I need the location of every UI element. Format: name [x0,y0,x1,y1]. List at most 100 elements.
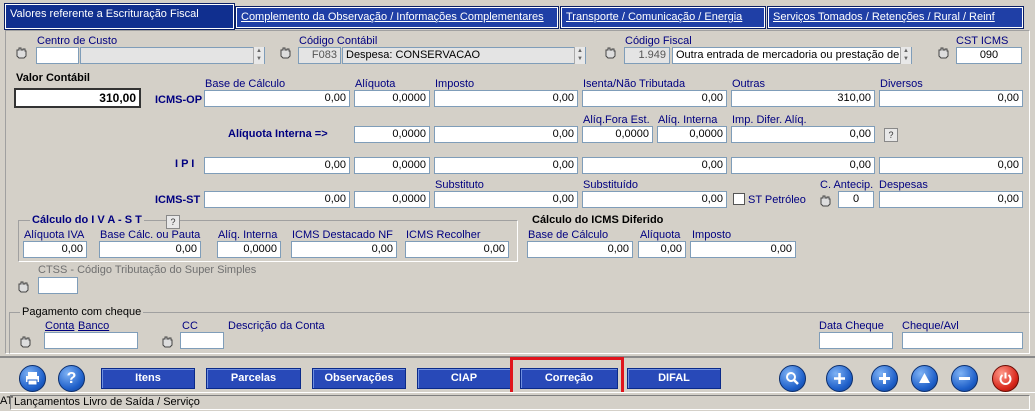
lookup-hand-icon[interactable] [603,45,618,60]
aliquota-interna-imposto-input[interactable]: 0,00 [434,126,578,143]
lookup-hand-icon[interactable] [160,334,175,349]
aliquota-iva-label: Alíquota IVA [24,229,85,241]
icms-st-substituto-input[interactable]: 0,00 [582,191,727,208]
aliq-interna-input[interactable]: 0,0000 [657,126,727,143]
codigo-contabil-code-input[interactable]: F083 [298,47,341,64]
add-multiple-button[interactable] [826,365,853,392]
tab-escrituracao-fiscal[interactable]: Valores referente a Escrituração Fiscal [4,3,235,30]
tab-servicos-tomados[interactable]: Serviços Tomados / Retenções / Rural / R… [767,6,1024,29]
icms-op-outras-input[interactable]: 310,00 [731,90,875,107]
icms-st-base-input[interactable]: 0,00 [204,191,350,208]
base-pauta-input[interactable]: 0,00 [99,241,201,258]
centro-custo-desc-input [80,47,265,64]
tab-label: Complemento da Observação / Informações … [241,11,544,23]
imp-difer-input[interactable]: 0,00 [731,126,875,143]
plus-icon [879,373,890,384]
diferido-imposto-label: Imposto [692,229,732,241]
lookup-hand-icon[interactable] [16,279,31,294]
add-button[interactable] [871,365,898,392]
ctss-input[interactable] [38,277,78,294]
substituto-label: Substituto [435,179,484,191]
tab-complemento-observacao[interactable]: Complemento da Observação / Informações … [235,6,559,29]
difal-button[interactable]: DIFAL [627,368,721,389]
triangle-up-icon [919,373,930,383]
icms-op-aliquota-input[interactable]: 0,0000 [354,90,430,107]
diferido-title: Cálculo do ICMS Diferido [532,214,664,226]
cheque-title: Pagamento com cheque [20,306,144,318]
lookup-hand-icon[interactable] [818,193,833,208]
cst-icms-input[interactable]: 090 [956,47,1022,64]
search-icon [786,372,799,385]
icms-st-aliquota-input[interactable]: 0,0000 [354,191,430,208]
conta-banco-input[interactable] [44,332,138,349]
itens-button[interactable]: Itens [101,368,195,389]
base-pauta-label: Base Cálc. ou Pauta [100,229,201,241]
iva-st-help-button[interactable]: ? [166,215,180,229]
centro-custo-spin[interactable]: ▲ ▼ [253,47,264,64]
codigo-fiscal-desc-input[interactable]: Outra entrada de mercadoria ou prestação… [672,47,912,64]
lookup-hand-icon[interactable] [18,334,33,349]
observacoes-button[interactable]: Observações [312,368,406,389]
icms-destacado-input[interactable]: 0,00 [291,241,397,258]
c-antecip-input[interactable]: 0 [838,191,874,208]
help-button[interactable]: ? [58,365,85,392]
diferido-imposto-input[interactable]: 0,00 [690,241,796,258]
lookup-hand-icon[interactable] [14,45,29,60]
iva-aliq-interna-label: Alíq. Interna [218,229,278,241]
icms-op-imposto-input[interactable]: 0,00 [434,90,578,107]
cheque-avl-input[interactable] [902,332,1023,349]
codigo-contabil-desc-input: Despesa: CONSERVACAO [342,47,586,64]
despesas-label: Despesas [879,179,928,191]
diferido-aliquota-input[interactable]: 0,00 [638,241,686,258]
cheque-avl-label: Cheque/Avl [902,320,959,332]
up-button[interactable] [911,365,938,392]
data-cheque-input[interactable] [819,332,893,349]
exit-button[interactable] [992,365,1019,392]
icms-op-diversos-input[interactable]: 0,00 [879,90,1023,107]
ipi-aliquota-input[interactable]: 0,0000 [354,157,430,174]
codigo-fiscal-code-input[interactable]: 1.949 [624,47,670,64]
codigo-contabil-label: Código Contábil [299,35,378,47]
st-petroleo-checkbox[interactable] [733,193,745,205]
tab-transporte-comunicacao[interactable]: Transporte / Comunicação / Energia [560,6,766,29]
iva-aliq-interna-input[interactable]: 0,0000 [217,241,281,258]
search-button[interactable] [779,365,806,392]
icms-recolher-label: ICMS Recolher [406,229,481,241]
codigo-fiscal-spin[interactable]: ▲ ▼ [900,47,911,64]
ipi-outras-input[interactable]: 0,00 [731,157,875,174]
ipi-isenta-input[interactable]: 0,00 [582,157,727,174]
parcelas-button[interactable]: Parcelas [206,368,301,389]
lookup-hand-icon[interactable] [936,45,951,60]
icms-st-despesas-input[interactable]: 0,00 [879,191,1023,208]
aliquota-iva-input[interactable]: 0,00 [23,241,87,258]
centro-custo-code-input[interactable] [36,47,79,64]
ipi-base-input[interactable]: 0,00 [204,157,350,174]
ciap-button[interactable]: CIAP [417,368,511,389]
icms-recolher-input[interactable]: 0,00 [405,241,509,258]
substituido-label: Substituído [583,179,639,191]
print-button[interactable] [19,365,46,392]
aliq-fora-input[interactable]: 0,0000 [582,126,653,143]
diferido-aliquota-label: Alíquota [640,229,681,241]
valor-contabil-input[interactable]: 310,00 [14,88,141,108]
remove-button[interactable] [951,365,978,392]
diferido-base-input[interactable]: 0,00 [527,241,633,258]
ipi-imposto-input[interactable]: 0,00 [434,157,578,174]
icms-destacado-label: ICMS Destacado NF [292,229,393,241]
tab-label: Serviços Tomados / Retenções / Rural / R… [773,11,995,23]
icms-op-isenta-input[interactable]: 0,00 [582,90,727,107]
aliquota-interna-aliquota-input[interactable]: 0,0000 [354,126,430,143]
lookup-hand-icon[interactable] [278,45,293,60]
codigo-contabil-spin[interactable]: ▲ ▼ [574,47,585,64]
cc-input[interactable] [180,332,224,349]
power-icon [999,372,1012,385]
imp-difer-help-button[interactable]: ? [884,128,898,142]
aliq-interna-label: Alíq. Interna [658,114,718,126]
icms-op-base-input[interactable]: 0,00 [204,90,350,107]
cst-icms-label: CST ICMS [956,35,1009,47]
minus-icon [959,377,970,380]
centro-custo-label: Centro de Custo [37,35,118,47]
icms-st-imposto-input[interactable]: 0,00 [434,191,578,208]
ipi-diversos-input[interactable]: 0,00 [879,157,1023,174]
aliquota-interna-row-label: Alíquota Interna => [228,128,328,140]
